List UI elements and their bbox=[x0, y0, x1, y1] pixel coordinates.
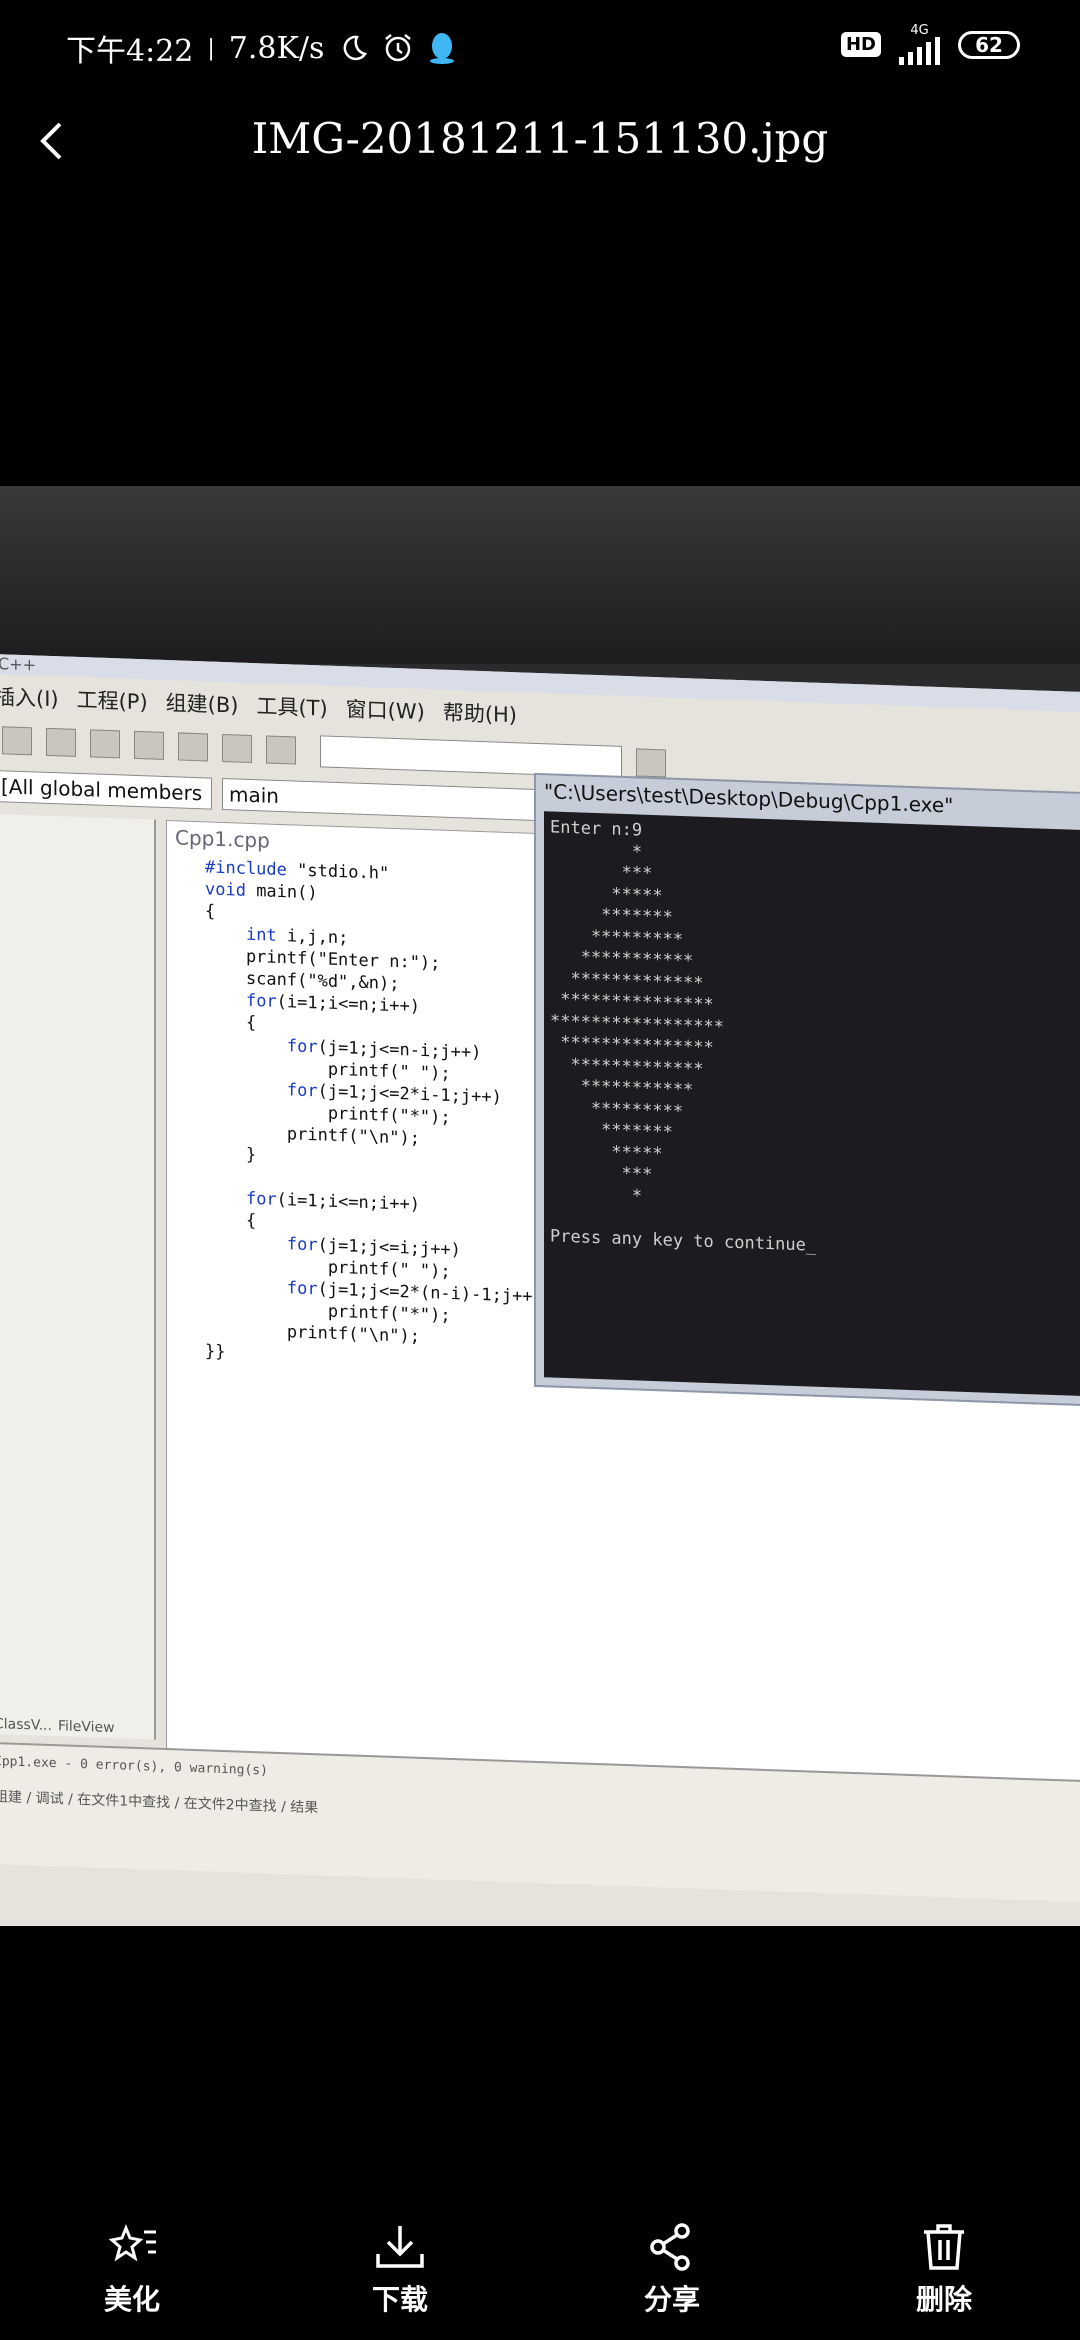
menu-item: 工程(P) bbox=[76, 687, 148, 715]
status-right: HD 4G 62 bbox=[840, 24, 1020, 65]
qq-penguin-icon bbox=[430, 33, 455, 64]
output-icon bbox=[178, 732, 208, 762]
workspace-icon bbox=[134, 730, 164, 760]
download-label: 下载 bbox=[371, 2283, 428, 2316]
signal-type: 4G bbox=[910, 23, 929, 38]
console-body: Enter n:9 * *** ***** ******* ********* … bbox=[544, 811, 1080, 1397]
workspace-pane: ClassV... FileView bbox=[0, 814, 156, 1740]
share-label: 分享 bbox=[643, 2283, 700, 2316]
delete-label: 删除 bbox=[915, 2283, 972, 2316]
hd-badge: HD bbox=[840, 32, 881, 57]
menu-item: 工具(T) bbox=[256, 694, 328, 721]
undo-icon bbox=[46, 727, 76, 757]
windows-icon bbox=[222, 733, 252, 764]
signal-group: 4G bbox=[899, 24, 940, 65]
file-tab: Cpp1.cpp bbox=[175, 825, 270, 853]
monitor-bezel bbox=[0, 486, 1080, 664]
binoculars-icon bbox=[636, 748, 666, 778]
menu-item: 组建(B) bbox=[165, 690, 239, 718]
photo-view[interactable]: C++ 插入(I) 工程(P) 组建(B) 工具(T) 窗口(W) 帮助(H) … bbox=[0, 486, 1080, 1926]
classview-tab: ClassV... bbox=[0, 1716, 52, 1735]
file-title: IMG-20181211-151130.jpg bbox=[251, 114, 829, 163]
fileview-tab: FileView bbox=[57, 1718, 115, 1737]
network-speed: 7.8K/s bbox=[228, 30, 325, 66]
share-button[interactable]: 分享 bbox=[612, 2222, 732, 2318]
status-divider: | bbox=[207, 35, 215, 61]
moon-icon bbox=[344, 35, 368, 61]
status-time: 下午4:22 bbox=[66, 34, 194, 69]
paste-icon bbox=[2, 726, 32, 756]
redo-icon bbox=[90, 729, 120, 759]
menu-item: 插入(I) bbox=[0, 685, 59, 712]
console-output: Enter n:9 * *** ***** ******* ********* … bbox=[550, 817, 817, 1256]
beautify-button[interactable]: 美化 bbox=[72, 2222, 192, 2318]
workspace-tabs: ClassV... FileView bbox=[0, 1716, 115, 1736]
beautify-label: 美化 bbox=[103, 2283, 160, 2316]
download-button[interactable]: 下载 bbox=[340, 2222, 460, 2318]
magic-wand-icon bbox=[108, 2223, 156, 2262]
battery-level: 62 bbox=[975, 32, 1003, 57]
build-result: Cpp1.exe - 0 error(s), 0 warning(s) bbox=[0, 1754, 268, 1779]
menu-item: 帮助(H) bbox=[442, 700, 518, 728]
members-combo: [All global members bbox=[0, 770, 212, 810]
trash-icon bbox=[924, 2224, 964, 2270]
console-window: "C:\Users\test\Desktop\Debug\Cpp1.exe" E… bbox=[534, 772, 1080, 1407]
find-combo bbox=[320, 735, 622, 778]
menu-item: 窗口(W) bbox=[345, 697, 425, 725]
viewer-header: IMG-20181211-151130.jpg bbox=[0, 96, 1080, 186]
share-icon bbox=[650, 2223, 690, 2271]
bottom-actions: 美化 下载 分享 删除 bbox=[0, 2200, 1080, 2340]
console-title: "C:\Users\test\Desktop\Debug\Cpp1.exe" bbox=[544, 779, 954, 818]
source-code: #include "stdio.h" void main() { int i,j… bbox=[205, 857, 543, 1363]
delete-button[interactable]: 删除 bbox=[884, 2222, 1004, 2318]
output-tabs: 组建 / 调试 / 在文件1中查找 / 在文件2中查找 / 结果 bbox=[0, 1789, 319, 1817]
ide-screen: C++ 插入(I) 工程(P) 组建(B) 工具(T) 窗口(W) 帮助(H) … bbox=[0, 654, 1080, 1926]
battery-icon: 62 bbox=[958, 30, 1020, 59]
status-bar: 下午4:22 | 7.8K/s HD 4G 62 bbox=[0, 0, 1080, 96]
status-left: 下午4:22 | 7.8K/s bbox=[66, 26, 456, 70]
signal-bars-icon bbox=[899, 37, 940, 65]
download-icon bbox=[376, 2226, 424, 2268]
find-in-files-icon bbox=[266, 735, 296, 765]
alarm-icon bbox=[385, 34, 412, 62]
